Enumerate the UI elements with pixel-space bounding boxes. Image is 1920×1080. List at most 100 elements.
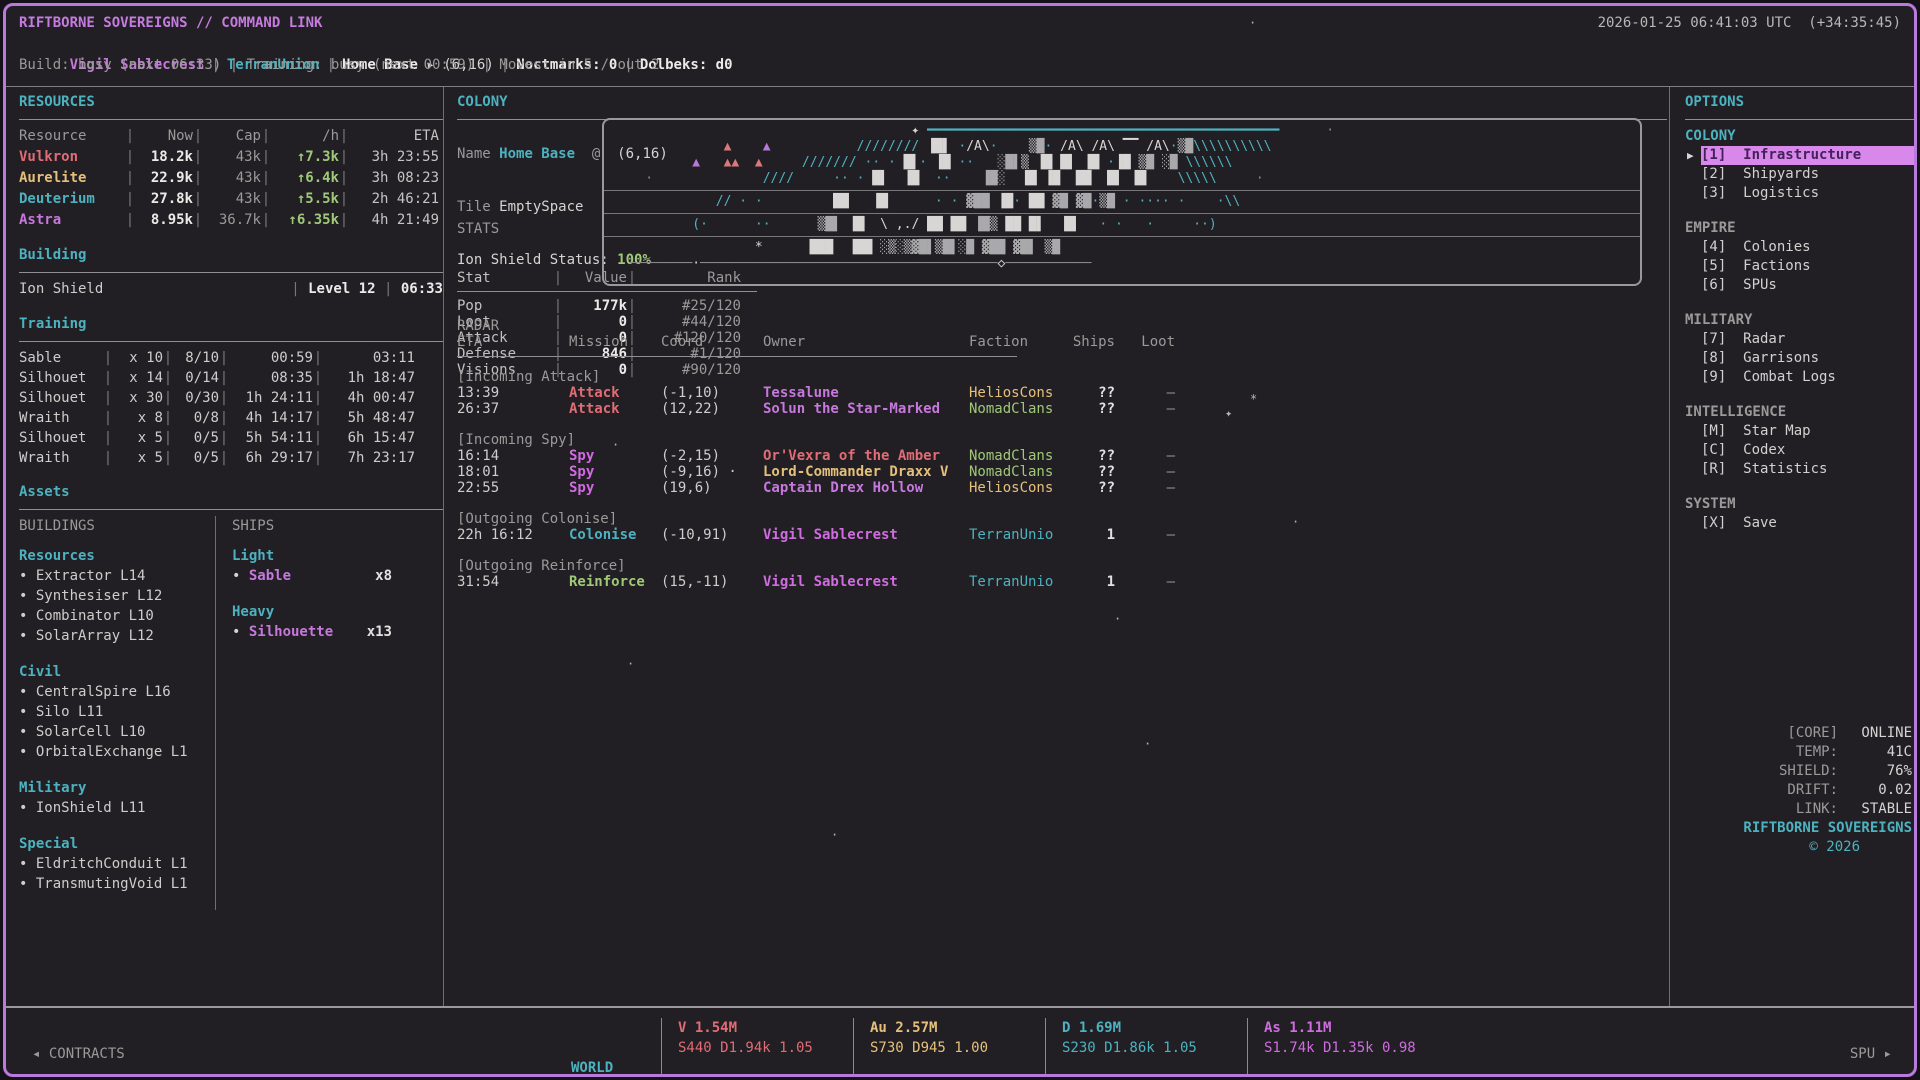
core-line: SHIELD:76% <box>1686 762 1912 781</box>
building-eta: 06:33 <box>401 281 443 297</box>
footer-bar: ◂ CONTRACTS WORLD MARKET V 1.54MS440 D1.… <box>6 1006 1914 1074</box>
map-band: ✦ ━━━━━━━━━━━━━━━━━━━━━━━━━━━━━━━━━━━━━━… <box>604 120 1640 190</box>
building-group-name: Special <box>19 834 207 854</box>
divider <box>19 272 443 273</box>
building-item: • OrbitalExchange L1 <box>19 742 207 762</box>
map-band: * ███ ▐██ ░▒░▒▓█▌▒█▌░█ ▓██ ▓█▌ ▒█ ──────… <box>604 236 1640 275</box>
core-line: [CORE]ONLINE <box>1686 724 1912 743</box>
resource-row: Astra|8.95k|36.7k|↑6.35k|4h 21:49 <box>19 210 443 231</box>
building-item: • TransmutingVoid L1 <box>19 874 207 894</box>
market-cell: D 1.69MS230 D1.86k 1.05 <box>1045 1018 1247 1077</box>
radar-group-label: [Incoming Spy] <box>457 432 1097 448</box>
spu-button[interactable]: SPU ▸ <box>1850 1046 1892 1062</box>
training-row: Silhouet|x 14|0/14|08:35|1h 18:47 <box>19 368 443 388</box>
app-title: RIFTBORNE SOVEREIGNS // COMMAND LINK <box>19 13 322 34</box>
core-copyright: © 2026 <box>1686 838 1912 857</box>
ship-item: • Sablex8 <box>232 566 392 586</box>
menu-section-title: INTELLIGENCE <box>1685 402 1914 422</box>
menu-item-infrastructure[interactable]: ▶[1] Infrastructure <box>1701 146 1914 165</box>
building-item: • Combinator L10 <box>19 606 207 626</box>
radar-row: 26:37Attack(12,22)Solun the Star-MarkedN… <box>457 401 1097 417</box>
building-item: • Extractor L14 <box>19 566 207 586</box>
options-title: OPTIONS <box>1685 92 1914 112</box>
colony-panel: COLONY Name Home Base @ (6,16) Tile Empt… <box>457 92 1667 1006</box>
ship-group: Heavy• Silhouettex13 <box>232 602 443 642</box>
menu-item-logistics[interactable]: [3] Logistics <box>1701 184 1914 203</box>
divider <box>19 119 443 120</box>
status-line: Build: busy (next 06:33) | Training: bus… <box>19 55 1901 76</box>
menu-item-star-map[interactable]: [M] Star Map <box>1701 422 1914 441</box>
menu-item-spus[interactable]: [6] SPUs <box>1701 276 1914 295</box>
radar-group: [Incoming Spy]16:14Spy(-2,15)Or'Vexra of… <box>457 432 1097 496</box>
buildings-caption: BUILDINGS <box>19 516 207 536</box>
radar-section: RADAR ETAMissionCoordOwnerFactionShipsLo… <box>457 318 1097 605</box>
menu-item-radar[interactable]: [7] Radar <box>1701 330 1914 349</box>
radar-group-label: [Outgoing Reinforce] <box>457 558 1097 574</box>
menu-item-save[interactable]: [X] Save <box>1701 514 1914 533</box>
contracts-button[interactable]: ◂ CONTRACTS <box>32 1046 125 1062</box>
building-level: Level 12 <box>308 281 375 297</box>
assets-title: Assets <box>19 482 443 502</box>
left-panel: RESOURCES Resource|Now|Cap|/h|ETAVulkron… <box>19 92 443 1006</box>
menu-item-codex[interactable]: [C] Codex <box>1701 441 1914 460</box>
radar-header: ETAMissionCoordOwnerFactionShipsLoot <box>457 334 1097 350</box>
training-row: Wraith|x 5|0/5|6h 29:17|7h 23:17 <box>19 448 443 468</box>
radar-group: [Outgoing Reinforce]31:54Reinforce(15,-1… <box>457 558 1097 590</box>
menu-section-title: COLONY <box>1685 126 1914 146</box>
world-market: WORLD MARKET V 1.54MS440 D1.94k 1.05Au 2… <box>571 1018 1534 1077</box>
ship-group: Light• Sablex8 <box>232 546 443 586</box>
menu-item-garrisons[interactable]: [8] Garrisons <box>1701 349 1914 368</box>
radar-group: [Outgoing Colonise]22h 16:12Colonise(-10… <box>457 511 1097 543</box>
resource-row: Vulkron|18.2k|43k|↑7.3k|3h 23:55 <box>19 147 443 168</box>
building-row: Ion Shield | Level 12 | 06:33 <box>19 279 443 300</box>
building-group-name: Civil <box>19 662 207 682</box>
training-title: Training <box>19 314 443 334</box>
assets-buildings-column: BUILDINGS Resources• Extractor L14• Synt… <box>19 516 215 910</box>
core-line: TEMP:41C <box>1686 743 1912 762</box>
building-item: • Silo L11 <box>19 702 207 722</box>
colony-name-label: Name <box>457 146 491 162</box>
menu-section: COLONY▶[1] Infrastructure[2] Shipyards[3… <box>1685 126 1914 203</box>
divider <box>1685 119 1914 120</box>
menu-item-colonies[interactable]: [4] Colonies <box>1701 238 1914 257</box>
at-sign: @ <box>592 146 600 162</box>
menu-section: SYSTEM[X] Save <box>1685 494 1914 533</box>
building-item: • Synthesiser L12 <box>19 586 207 606</box>
menu-item-combat-logs[interactable]: [9] Combat Logs <box>1701 368 1914 387</box>
radar-group-label: [Incoming Attack] <box>457 369 1097 385</box>
training-row: Wraith|x 8|0/8|4h 14:17|5h 48:47 <box>19 408 443 428</box>
menu-item-statistics[interactable]: [R] Statistics <box>1701 460 1914 479</box>
building-item: • SolarArray L12 <box>19 626 207 646</box>
divider <box>19 509 443 510</box>
header: RIFTBORNE SOVEREIGNS // COMMAND LINK 202… <box>19 13 1901 76</box>
core-status: [CORE]ONLINETEMP:41CSHIELD:76%DRIFT:0.02… <box>1686 724 1912 857</box>
market-cell: As 1.11MS1.74k D1.35k 0.98 <box>1247 1018 1534 1077</box>
building-item: • EldritchConduit L1 <box>19 854 207 874</box>
radar-row: 31:54Reinforce(15,-11)Vigil SablecrestTe… <box>457 574 1097 590</box>
map-band: // · · ██ ▐█ · · ▓██ ▐█· ██ ▓█ ▓█·▒█ · ·… <box>604 190 1640 213</box>
building-item: • CentralSpire L16 <box>19 682 207 702</box>
training-table: Sable|x 10|8/10|00:59|03:11Silhouet|x 14… <box>19 348 443 468</box>
menu-section-title: MILITARY <box>1685 310 1914 330</box>
menu-section-title: SYSTEM <box>1685 494 1914 514</box>
training-row: Silhouet|x 5|0/5|5h 54:11|6h 15:47 <box>19 428 443 448</box>
panel-divider-right <box>1669 87 1670 1006</box>
colony-name: Home Base <box>499 146 575 162</box>
menu-section-title: EMPIRE <box>1685 218 1914 238</box>
menu-item-factions[interactable]: [5] Factions <box>1701 257 1914 276</box>
radar-group-label: [Outgoing Colonise] <box>457 511 1097 527</box>
menu-item-shipyards[interactable]: [2] Shipyards <box>1701 165 1914 184</box>
building-group: Military• IonShield L11 <box>19 778 207 818</box>
colony-map: ✦ ━━━━━━━━━━━━━━━━━━━━━━━━━━━━━━━━━━━━━━… <box>602 118 1642 286</box>
building-group-name: Resources <box>19 546 207 566</box>
core-brand: RIFTBORNE SOVEREIGNS <box>1686 819 1912 838</box>
radar-row: 22h 16:12Colonise(-10,91)Vigil Sablecres… <box>457 527 1097 543</box>
building-item: • IonShield L11 <box>19 798 207 818</box>
building-group-name: Military <box>19 778 207 798</box>
game-screen: RIFTBORNE SOVEREIGNS // COMMAND LINK 202… <box>0 0 1920 1080</box>
resource-row: Aurelite|22.9k|43k|↑6.4k|3h 08:23 <box>19 168 443 189</box>
menu-section: INTELLIGENCE[M] Star Map[C] Codex[R] Sta… <box>1685 402 1914 479</box>
options-panel: OPTIONS COLONY▶[1] Infrastructure[2] Shi… <box>1685 92 1914 1006</box>
radar-row: 13:39Attack(-1,10)TessaluneHeliosCons??– <box>457 385 1097 401</box>
menu-section: MILITARY[7] Radar[8] Garrisons[9] Combat… <box>1685 310 1914 387</box>
